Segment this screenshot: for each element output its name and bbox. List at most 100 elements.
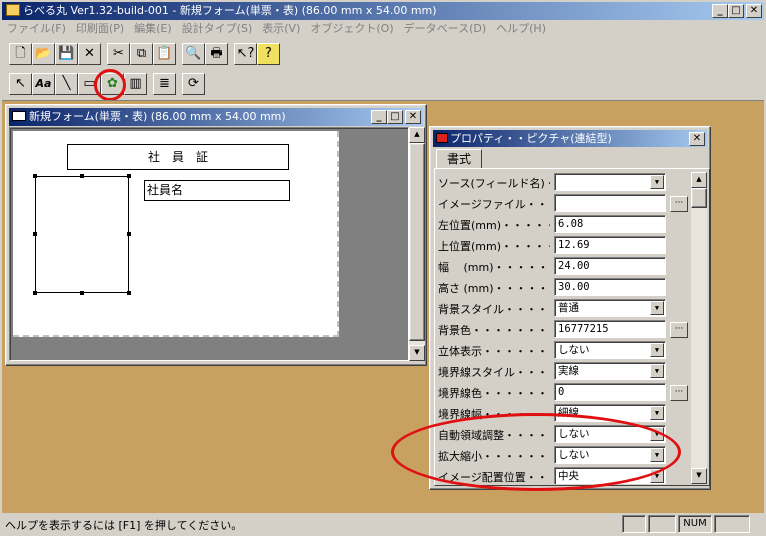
properties-close-button[interactable]: ✕ [689,132,705,146]
property-value-ellipsis[interactable]: 0 [554,383,666,401]
label-title-box[interactable]: 社 員 証 [67,144,289,170]
highlight-ellipse-properties [391,413,681,491]
form-minimize-button[interactable]: _ [371,110,387,124]
prop-scroll-down-arrow-icon[interactable]: ▼ [691,468,707,484]
print-icon[interactable]: 🖶 [205,43,228,65]
menu-item[interactable]: 印刷面(P) [71,20,129,38]
selection-handle[interactable] [127,232,131,236]
new-icon[interactable]: 🗋 [9,43,32,65]
scroll-up-arrow-icon[interactable]: ▲ [409,127,425,143]
menu-item[interactable]: 設計タイプ(S) [177,20,258,38]
properties-vertical-scrollbar[interactable]: ▲ ▼ [691,172,707,484]
dropdown-arrow-icon[interactable]: ▼ [650,364,664,378]
selection-handle[interactable] [127,174,131,178]
property-value-combo[interactable]: しない ▼ [554,341,666,359]
form-close-button[interactable]: ✕ [405,110,421,124]
menu-item[interactable]: データベース(D) [399,20,492,38]
property-row: イメージファイル・・・・・・・ ··· [435,193,690,214]
dropdown-arrow-icon[interactable]: ▼ [650,175,664,189]
tab-format[interactable]: 書式 [436,149,482,169]
property-value-combo[interactable]: ▼ [554,173,666,191]
form-maximize-button[interactable]: □ [387,110,403,124]
ellipsis-button[interactable]: ··· [670,385,688,401]
property-label: 境界線色・・・・・・・・ [438,387,550,400]
prop-scroll-up-arrow-icon[interactable]: ▲ [691,172,707,188]
property-value-ellipsis[interactable]: 16777215 [554,320,666,338]
property-label: 幅 (mm)・・・・・・・ [438,261,550,274]
property-row: 境界線色・・・・・・・・ 0 ··· [435,382,690,403]
property-row: 立体表示・・・・・・・・しない ▼ [435,340,690,361]
selection-handle[interactable] [33,232,37,236]
property-value-text[interactable]: 6.08 [554,215,666,233]
properties-title: プロパティ・・ピクチャ(連結型) [450,132,612,145]
property-row: 左位置(mm)・・・・・・・ 6.08 [435,214,690,235]
property-value-text[interactable]: 30.00 [554,278,666,296]
label-canvas[interactable]: 社 員 証 社員名 [13,131,339,337]
text-tool-icon[interactable]: Aa [32,73,55,95]
pointer-icon[interactable]: ↖ [9,73,32,95]
highlight-circle-tool [94,69,126,101]
selection-handle[interactable] [127,291,131,295]
scroll-thumb[interactable] [409,143,425,341]
line-tool-icon[interactable]: ╲ [55,73,78,95]
dropdown-arrow-icon[interactable]: ▼ [650,301,664,315]
menu-item[interactable]: 表示(V) [257,20,305,38]
save-icon[interactable]: 💾 [55,43,78,65]
selection-handle[interactable] [33,291,37,295]
dropdown-arrow-icon[interactable]: ▼ [650,406,664,420]
selection-handle[interactable] [80,174,84,178]
copy-icon[interactable]: ⧉ [130,43,153,65]
list-tool-icon[interactable]: ≣ [153,73,176,95]
property-value-text: しない [558,344,590,356]
selection-handle[interactable] [80,291,84,295]
property-value-text: 実線 [558,365,579,377]
open-icon[interactable]: 📂 [32,43,55,65]
whats-this-icon[interactable]: ↖? [234,43,257,65]
property-row: 境界線スタイル・・・・・・実線 ▼ [435,361,690,382]
form-window[interactable]: 新規フォーム(単票・表) (86.00 mm x 54.00 mm) _ □ ✕… [5,104,427,366]
property-label: 背景スタイル・・・・・・・ [438,303,550,316]
app-maximize-button[interactable]: □ [728,4,744,18]
property-value-ellipsis[interactable] [554,194,666,212]
property-value-combo[interactable]: 実線 ▼ [554,362,666,380]
property-label: 境界線スタイル・・・・・・ [438,366,550,379]
menu-item[interactable]: 編集(E) [129,20,177,38]
properties-title-bar: プロパティ・・ピクチャ(連結型) [433,130,707,147]
selection-handle[interactable] [33,174,37,178]
picture-frame[interactable] [35,176,129,293]
dropdown-arrow-icon[interactable]: ▼ [650,343,664,357]
property-label: 立体表示・・・・・・・・ [438,345,550,358]
cut-icon[interactable]: ✂ [107,43,130,65]
property-value-combo[interactable]: 普通 ▼ [554,299,666,317]
ellipsis-button[interactable]: ··· [670,322,688,338]
property-label: イメージファイル・・・・・・・ [438,198,550,211]
app-icon [6,4,20,16]
label-name-box[interactable]: 社員名 [144,180,290,201]
app-minimize-button[interactable]: _ [712,4,728,18]
property-label: 背景色・・・・・・・・・ [438,324,550,337]
form-canvas-area: 社 員 証 社員名 [9,127,409,361]
menu-item[interactable]: ヘルプ(H) [491,20,551,38]
refresh-icon[interactable]: ⟳ [182,73,205,95]
scroll-down-arrow-icon[interactable]: ▼ [409,345,425,361]
print-preview-icon[interactable]: 🔍 [182,43,205,65]
property-label: 左位置(mm)・・・・・・・ [438,219,550,232]
property-label: 高さ (mm)・・・・・・・ [438,282,550,295]
property-value-text[interactable]: 24.00 [554,257,666,275]
prop-scroll-thumb[interactable] [691,188,707,208]
property-value-text: 12.69 [558,239,590,251]
status-help-text: ヘルプを表示するには [F1] を押してください。 [5,519,243,532]
menu-item[interactable]: オブジェクト(O) [305,20,398,38]
app-close-button[interactable]: ✕ [746,4,762,18]
menu-item[interactable]: ファイル(F) [2,20,71,38]
help-icon[interactable]: ? [257,43,280,65]
property-value-text[interactable]: 12.69 [554,236,666,254]
ellipsis-button[interactable]: ··· [670,196,688,212]
property-value-text: 普通 [558,302,579,314]
status-panel-caps [622,515,646,533]
form-vertical-scrollbar[interactable]: ▲ ▼ [409,127,425,361]
close-icon[interactable]: ✕ [78,43,101,65]
paste-icon[interactable]: 📋 [153,43,176,65]
barcode-tool-icon[interactable]: ▥ [124,73,147,95]
status-panel-scroll [714,515,750,533]
